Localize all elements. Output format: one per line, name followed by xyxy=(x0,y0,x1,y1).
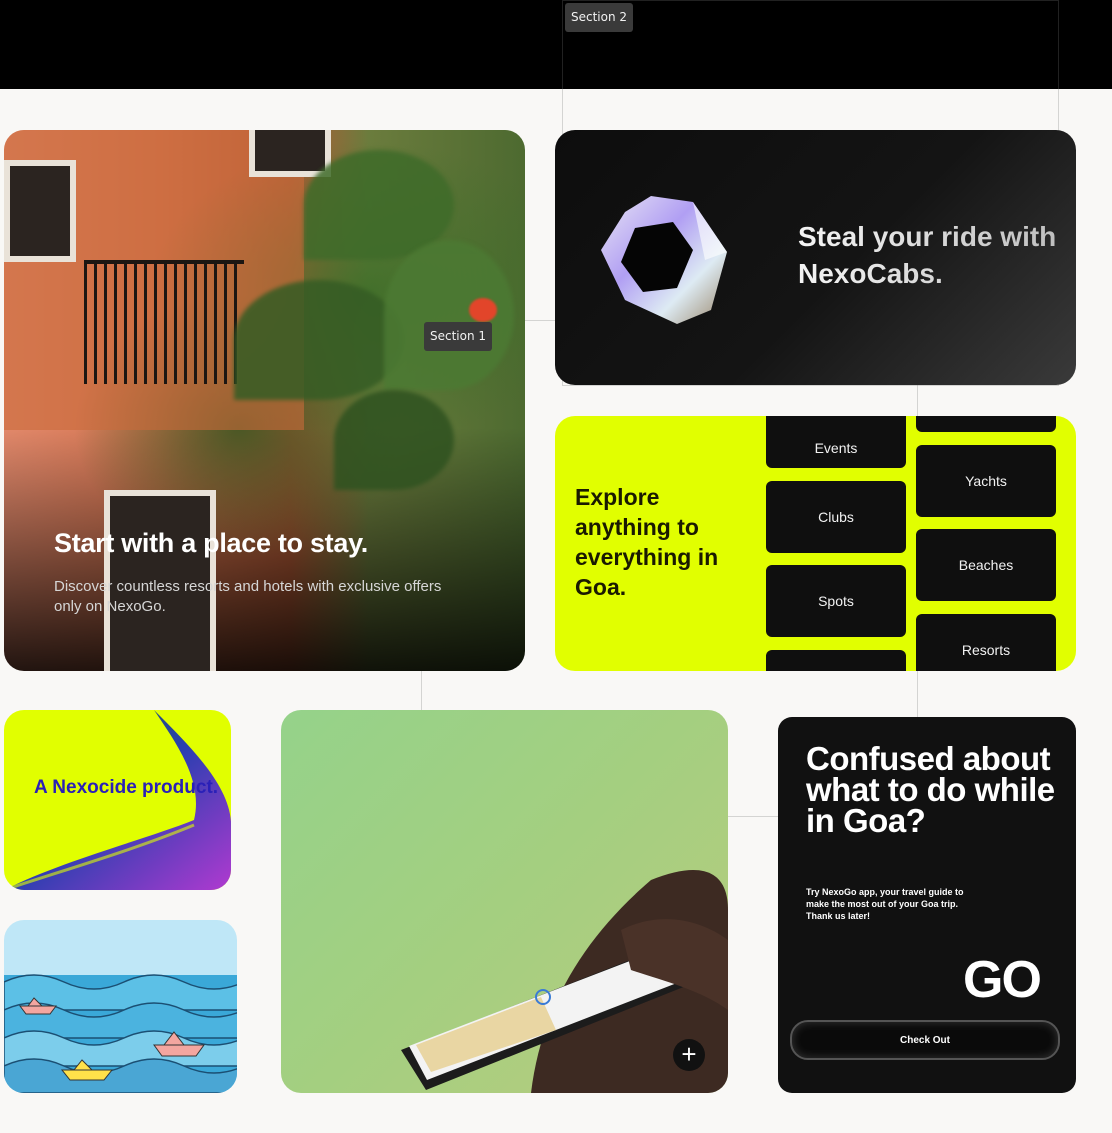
building-window xyxy=(4,160,76,262)
balcony-railing xyxy=(84,260,244,384)
confused-subtitle: Try NexoGo app, your travel guide to mak… xyxy=(806,887,964,921)
go-logo: GO xyxy=(963,951,1042,1009)
paper-boats-card[interactable] xyxy=(4,920,237,1093)
chip-spots[interactable]: Spots xyxy=(766,565,906,637)
red-flowers xyxy=(469,298,497,322)
chip-label: Spots xyxy=(818,593,854,609)
chip-label: Yachts xyxy=(965,473,1007,489)
add-icon[interactable]: + xyxy=(673,1039,705,1071)
chip-label: Beaches xyxy=(958,557,1014,573)
chip-resorts[interactable]: Resorts xyxy=(916,614,1056,671)
hand-holding-phone-illustration xyxy=(401,870,728,1093)
top-bar xyxy=(0,0,1112,89)
chip-label: Clubs xyxy=(818,509,854,525)
leaf-shape xyxy=(234,280,404,400)
ribbon-graphic xyxy=(4,710,231,890)
building-window xyxy=(249,130,331,177)
waves-illustration xyxy=(4,974,237,1093)
chip-yachts[interactable]: Yachts xyxy=(916,445,1056,517)
explore-card[interactable]: Explore anything to everything in Goa. E… xyxy=(555,416,1076,671)
confused-title: Confused about what to do while in Goa? xyxy=(806,740,1055,839)
nexocide-card[interactable]: A Nexocide product. xyxy=(4,710,231,890)
confused-card[interactable]: Confused about what to do while in Goa? … xyxy=(778,717,1076,1093)
stay-card[interactable]: Start with a place to stay. Discover cou… xyxy=(4,130,525,671)
phone-card[interactable] xyxy=(281,710,728,1093)
hero-title: Start with a place to stay. xyxy=(54,528,368,558)
check-out-button[interactable]: Check Out xyxy=(790,1020,1060,1060)
section-2-tag[interactable]: Section 2 xyxy=(565,3,634,32)
section-1-tag[interactable]: Section 1 xyxy=(424,322,493,351)
hero-subtitle: Discover countless resorts and hotels wi… xyxy=(54,578,442,615)
chip-partial xyxy=(916,416,1056,432)
ride-title: Steal your ride with NexoCabs. xyxy=(798,218,1068,292)
explore-title: Explore anything to everything in Goa. xyxy=(575,484,719,600)
chip-label: Events xyxy=(814,440,858,456)
crystal-icon xyxy=(601,196,727,324)
chip-partial xyxy=(766,650,906,671)
chip-clubs[interactable]: Clubs xyxy=(766,481,906,553)
chip-beaches[interactable]: Beaches xyxy=(916,529,1056,601)
chip-events[interactable]: Events xyxy=(766,416,906,468)
nexocide-text: A Nexocide product. xyxy=(34,777,219,798)
leaf-shape xyxy=(334,390,454,490)
ride-card[interactable]: Steal your ride with NexoCabs. xyxy=(555,130,1076,385)
chip-label: Resorts xyxy=(961,642,1011,658)
